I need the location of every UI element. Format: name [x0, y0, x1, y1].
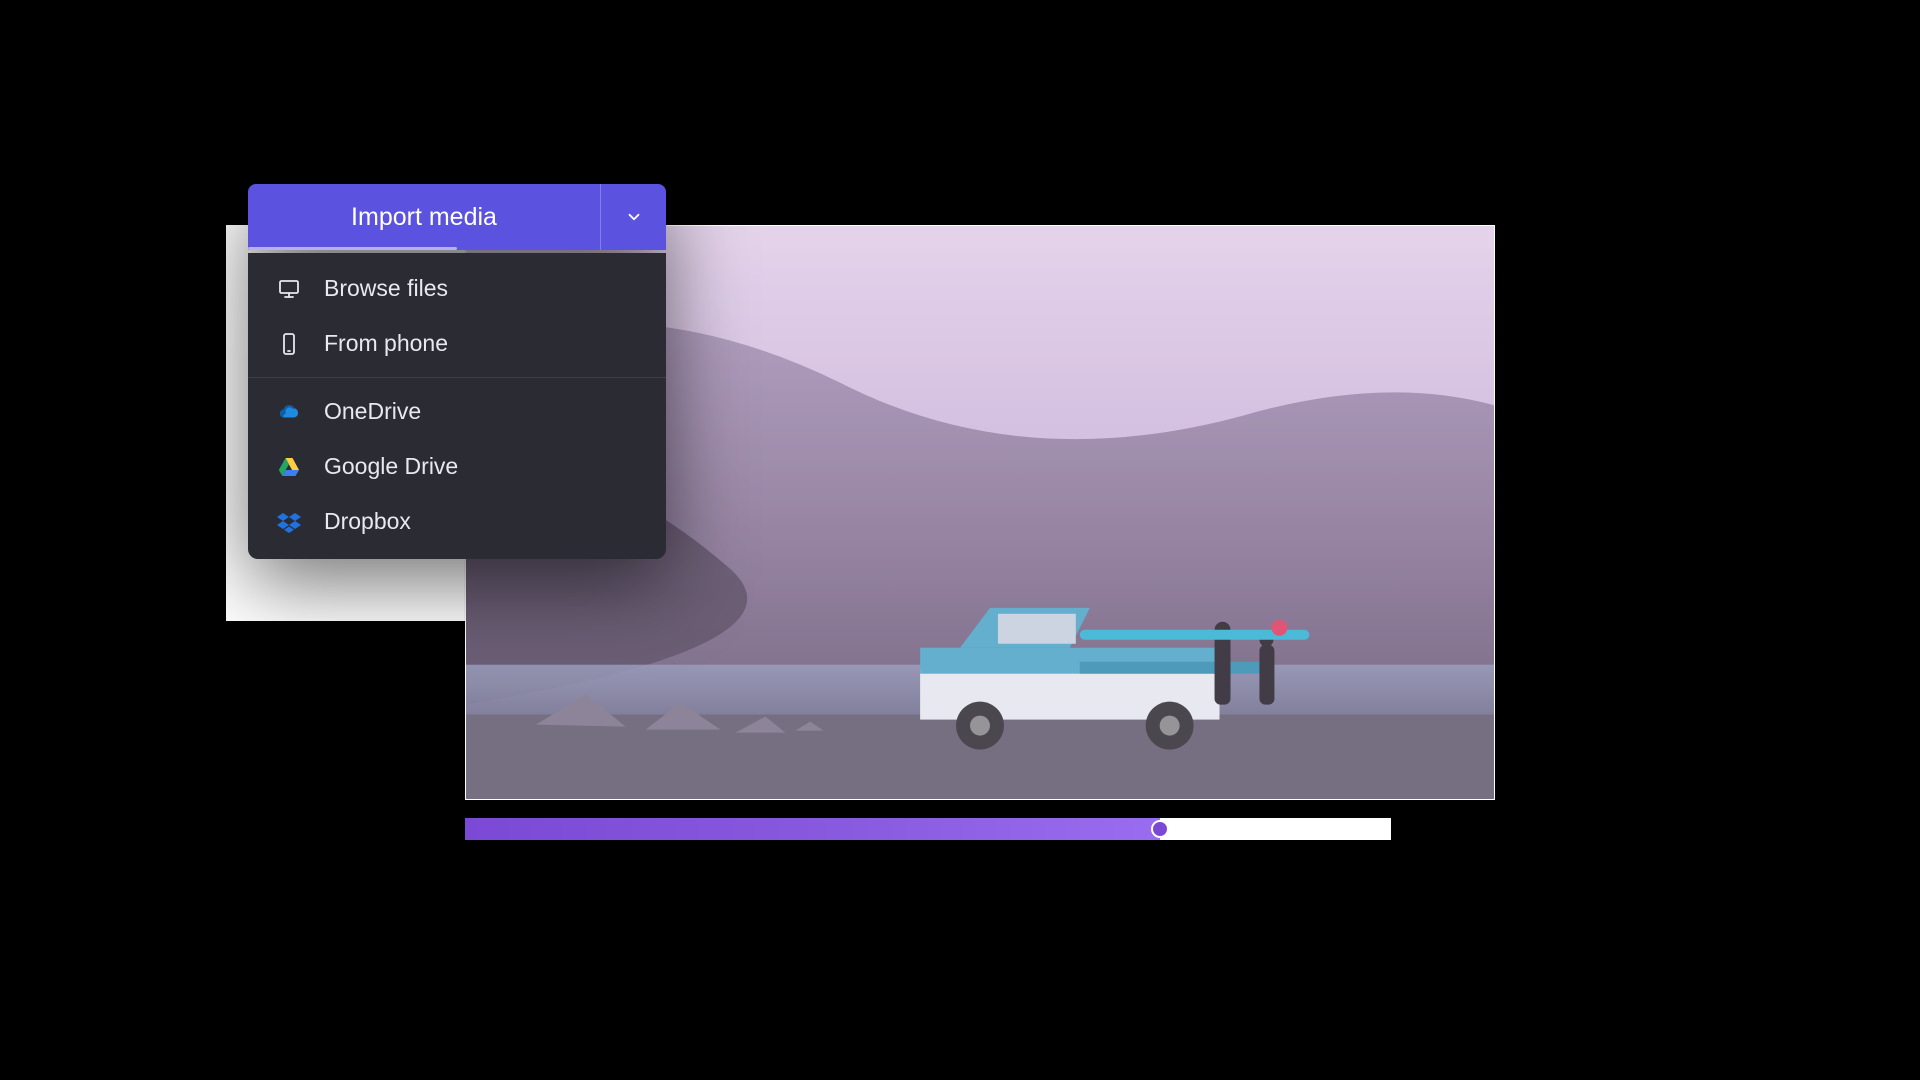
menu-item-label: OneDrive: [324, 398, 421, 425]
menu-item-dropbox[interactable]: Dropbox: [248, 494, 666, 549]
import-button-highlight: [248, 247, 457, 250]
monitor-icon: [276, 276, 302, 302]
menu-item-onedrive[interactable]: OneDrive: [248, 384, 666, 439]
menu-item-label: From phone: [324, 330, 448, 357]
import-dropdown-toggle[interactable]: [600, 184, 666, 250]
menu-item-browse-files[interactable]: Browse files: [248, 261, 666, 316]
dropbox-icon: [276, 509, 302, 535]
menu-item-label: Google Drive: [324, 453, 458, 480]
menu-item-google-drive[interactable]: Google Drive: [248, 439, 666, 494]
import-media-control: Import media Browse files: [248, 184, 666, 559]
chevron-down-icon: [625, 208, 643, 226]
timeline-progress-fill: [465, 818, 1160, 840]
menu-item-label: Dropbox: [324, 508, 411, 535]
import-dropdown-menu: Browse files From phone OneDrive: [248, 253, 666, 559]
menu-item-label: Browse files: [324, 275, 448, 302]
import-media-button[interactable]: Import media: [248, 184, 600, 250]
menu-divider: [248, 377, 666, 378]
import-split-button: Import media: [248, 184, 666, 250]
menu-item-from-phone[interactable]: From phone: [248, 316, 666, 371]
timeline-playhead-handle[interactable]: [1151, 820, 1169, 838]
video-timeline[interactable]: [465, 818, 1391, 840]
onedrive-icon: [276, 399, 302, 425]
phone-icon: [276, 331, 302, 357]
google-drive-icon: [276, 454, 302, 480]
